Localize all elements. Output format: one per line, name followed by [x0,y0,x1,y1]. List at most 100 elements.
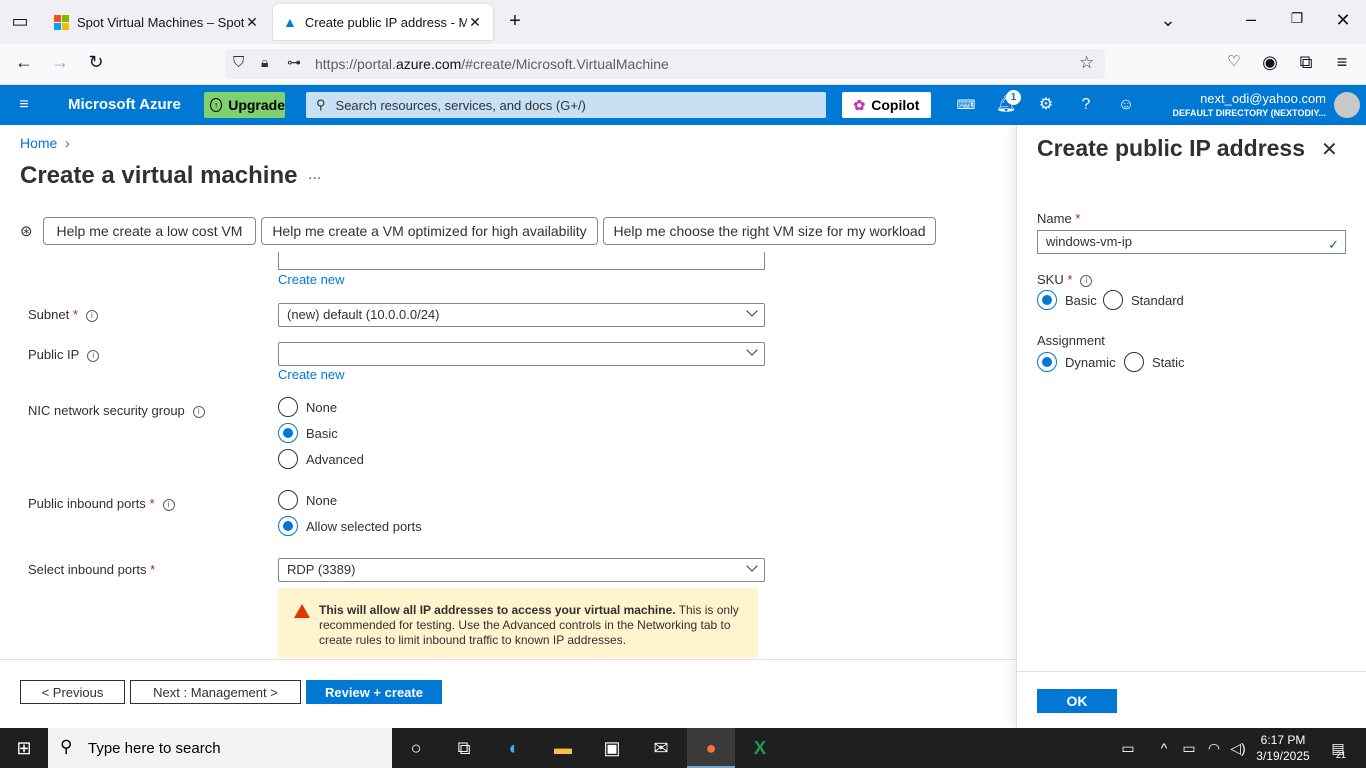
more-options-icon[interactable]: ... [308,166,321,184]
help-icon[interactable]: ? [1074,93,1098,117]
firefox-icon: ● [705,738,717,758]
chip-low-cost-vm[interactable]: Help me create a low cost VM [43,217,256,245]
sku-radio-standard[interactable]: Standard [1103,290,1184,310]
public-inbound-ports-label: Public inbound ports * i [28,496,175,511]
battery-icon[interactable]: ▭ [1177,736,1201,760]
blade-title: Create public IP address [1037,135,1306,161]
volume-icon[interactable]: ◁) [1226,736,1250,760]
restore-icon[interactable]: ❐ [1285,10,1309,27]
previous-button[interactable]: < Previous [20,680,125,704]
tab-overview-icon[interactable]: ▭ [8,11,32,32]
tab-spot-vms[interactable]: Spot Virtual Machines – Spot Pr ✕ [44,4,270,40]
review-create-button[interactable]: Review + create [306,680,442,704]
nic-radio-none[interactable]: None [278,397,337,417]
shield-icon[interactable]: ⛉ [233,54,244,71]
next-management-button[interactable]: Next : Management > [130,680,301,704]
feedback-icon[interactable]: ☺ [1114,93,1138,117]
back-icon[interactable]: ← [12,52,36,73]
permissions-icon[interactable]: ⊶ [287,54,301,71]
copilot-button[interactable]: ✿ Copilot [842,92,931,118]
hamburger-menu-icon[interactable]: ≡ [12,93,36,117]
notifications-badge: 1 [1006,90,1021,105]
inbound-radio-allow[interactable]: Allow selected ports [278,516,422,536]
public-ip-label: Public IP i [28,347,100,362]
store-icon[interactable]: ▣ [600,736,624,760]
taskbar-search-input[interactable]: ⚲ Type here to search [48,728,392,768]
extensions-icon[interactable]: ⧉ [1294,52,1318,73]
user-account[interactable]: next_odi@yahoo.com DEFAULT DIRECTORY (NE… [1172,91,1326,118]
virtual-network-select[interactable] [278,252,765,270]
list-tabs-icon[interactable]: ⌄ [1156,10,1180,31]
url-text: https://portal.azure.com/#create/Microso… [315,56,669,72]
inbound-ports-select[interactable]: RDP (3389) [278,558,765,582]
ok-button[interactable]: OK [1037,689,1117,713]
forward-icon[interactable]: → [48,52,72,73]
tab-create-public-ip[interactable]: ▲ Create public IP address - Micro ✕ [273,4,493,40]
search-placeholder: Search resources, services, and docs (G+… [335,97,586,113]
windows-taskbar: ⊞ ⚲ Type here to search ○ ⧉ ◐ ▬ ▣ ✉ ● X … [0,728,1366,768]
close-tab-icon[interactable]: ✕ [467,14,483,31]
account-icon[interactable]: ◉ [1258,52,1282,73]
lock-icon[interactable]: 🔒︎ [261,54,268,71]
search-icon: ⚲ [316,97,326,112]
nic-radio-advanced[interactable]: Advanced [278,449,364,469]
azure-brand[interactable]: Microsoft Azure [68,96,181,113]
sku-radio-basic[interactable]: Basic [1037,290,1097,310]
chip-high-availability[interactable]: Help me create a VM optimized for high a… [261,217,598,245]
cloud-shell-icon[interactable]: ⌨ [954,93,978,117]
keyboard-icon[interactable]: ▭ [1116,736,1140,760]
firefox-taskbar-button[interactable]: ● [687,728,735,768]
azure-logo-icon: ▲ [283,14,297,30]
nic-radio-basic[interactable]: Basic [278,423,338,443]
menu-icon[interactable]: ≡ [1330,52,1354,73]
excel-icon[interactable]: X [748,736,772,760]
arrow-up-icon: ↑ [210,98,223,112]
wizard-footer: < Previous Next : Management > Review + … [0,659,1016,728]
clock-date: 3/19/2025 [1256,749,1310,763]
info-icon: i [1080,274,1093,287]
pocket-icon[interactable]: ♡ [1222,52,1246,70]
file-explorer-icon[interactable]: ▬ [551,736,575,760]
copilot-suggestion-icon: ⊛ [20,223,33,240]
create-new-ip-link[interactable]: Create new [278,367,344,382]
mail-icon[interactable]: ✉ [649,736,673,760]
create-new-vnet-link[interactable]: Create new [278,272,344,287]
cortana-icon[interactable]: ○ [404,736,428,760]
reload-icon[interactable]: ↻ [84,52,108,73]
windows-start-icon[interactable]: ⊞ [12,736,36,760]
blade-footer: OK [1017,671,1366,728]
edge-icon[interactable]: ◐ [502,736,526,760]
assignment-radio-static[interactable]: Static [1124,352,1185,372]
public-ip-select[interactable] [278,342,765,366]
assignment-label: Assignment [1037,333,1105,348]
close-icon[interactable]: ✕ [1321,137,1338,162]
chip-vm-size[interactable]: Help me choose the right VM size for my … [603,217,936,245]
tab-title: Create public IP address - Micro [304,14,467,30]
chevron-up-icon[interactable]: ^ [1152,736,1176,760]
address-bar[interactable]: ⛉ 🔒︎ ⊶ https://portal.azure.com/#create/… [225,49,1105,79]
settings-gear-icon[interactable]: ⚙ [1034,93,1058,117]
upgrade-button[interactable]: ↑ Upgrade [204,92,285,118]
close-window-icon[interactable]: ✕ [1331,10,1355,31]
assignment-radio-dynamic[interactable]: Dynamic [1037,352,1116,372]
name-input[interactable]: windows-vm-ip ✓ [1037,230,1346,254]
name-label: Name * [1037,211,1081,226]
wifi-icon[interactable]: ◠ [1202,736,1226,760]
new-tab-icon[interactable]: + [503,10,527,33]
inbound-radio-none[interactable]: None [278,490,337,510]
task-view-icon[interactable]: ⧉ [452,736,476,760]
info-icon: i [87,349,100,362]
info-icon: i [192,405,205,418]
avatar[interactable] [1334,92,1360,118]
subnet-select[interactable]: (new) default (10.0.0.0/24) [278,303,765,327]
close-tab-icon[interactable]: ✕ [244,14,260,31]
breadcrumb[interactable]: Home › [20,135,70,151]
global-search-input[interactable]: ⚲ Search resources, services, and docs (… [306,92,826,118]
minimize-icon[interactable]: – [1239,9,1263,30]
bookmark-star-icon[interactable]: ☆ [1079,53,1094,73]
sku-label: SKU * i [1037,272,1093,287]
clock[interactable]: 6:17 PM 3/19/2025 [1250,732,1316,764]
microsoft-logo-icon [54,14,69,30]
tab-title: Spot Virtual Machines – Spot Pr [77,14,244,30]
checkmark-icon: ✓ [1328,237,1339,252]
